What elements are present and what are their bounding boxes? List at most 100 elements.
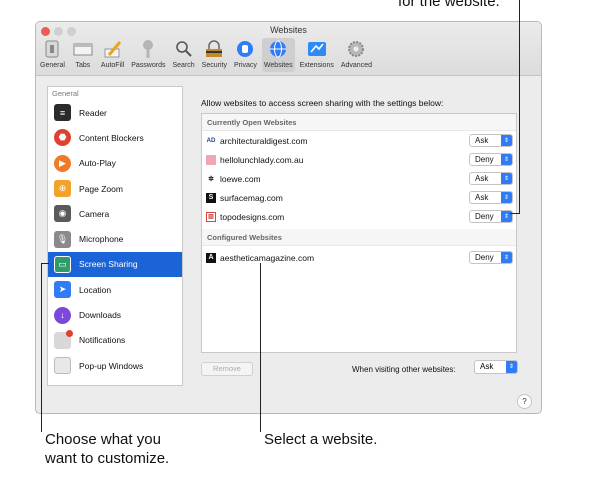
sidebar-item-auto-play[interactable]: ▶ Auto-Play xyxy=(48,151,182,176)
titlebar: Websites General Tabs AutoFill Passwords… xyxy=(36,22,541,76)
help-button[interactable]: ? xyxy=(517,394,532,409)
permission-select[interactable]: Deny ⇕ xyxy=(469,210,513,223)
general-icon xyxy=(41,38,63,60)
site-name: aestheticamagazine.com xyxy=(220,252,315,263)
passwords-icon xyxy=(137,38,159,60)
sidebar-item-reader[interactable]: ≡ Reader xyxy=(48,100,182,125)
toolbar-label: Passwords xyxy=(131,62,166,69)
callout-left-line2: want to customize. xyxy=(45,450,170,467)
description-text: Allow websites to access screen sharing … xyxy=(201,98,444,108)
sidebar-item-label: Location xyxy=(79,284,112,295)
sidebar-item-page-zoom[interactable]: ⊕ Page Zoom xyxy=(48,176,182,201)
other-websites-select[interactable]: Ask ⇕ xyxy=(474,360,518,374)
callout-line xyxy=(41,263,49,264)
content-blockers-icon: ⬣ xyxy=(54,129,71,147)
websites-preferences-window: Websites General Tabs AutoFill Passwords… xyxy=(35,21,542,414)
callout-top-text: for the website. xyxy=(398,0,500,10)
callout-bottom: Select a website. xyxy=(264,431,378,448)
toolbar-websites[interactable]: Websites xyxy=(261,38,295,72)
permission-select[interactable]: Deny ⇕ xyxy=(469,153,513,166)
sidebar-item-content-blockers[interactable]: ⬣ Content Blockers xyxy=(48,125,182,150)
list-item[interactable]: A aestheticamagazine.com Deny ⇕ xyxy=(202,248,516,267)
toolbar-security[interactable]: Security xyxy=(200,38,229,72)
notifications-icon xyxy=(54,329,73,349)
toolbar-tabs[interactable]: Tabs xyxy=(70,38,96,72)
permission-select[interactable]: Ask ⇕ xyxy=(469,172,513,185)
sidebar-item-label: Auto-Play xyxy=(79,158,116,169)
list-item[interactable]: AD architecturaldigest.com Ask ⇕ xyxy=(202,131,516,150)
sidebar: General ≡ Reader ⬣ Content Blockers ▶ Au… xyxy=(47,86,183,386)
loewe-favicon-icon: ✲ xyxy=(208,175,214,183)
window-title: Websites xyxy=(270,25,307,35)
remove-button[interactable]: Remove xyxy=(201,362,253,376)
toolbar-label: Tabs xyxy=(75,62,91,69)
auto-play-icon: ▶ xyxy=(54,154,71,172)
select-value: Ask xyxy=(475,193,489,202)
chevron-updown-icon: ⇕ xyxy=(501,135,512,146)
sidebar-item-label: Notifications xyxy=(79,335,126,346)
sidebar-item-label: Screen Sharing xyxy=(79,259,138,270)
toolbar-label: Privacy xyxy=(233,62,257,69)
toolbar-passwords[interactable]: Passwords xyxy=(129,38,167,72)
toolbar-general[interactable]: General xyxy=(38,38,67,72)
toolbar-label: Security xyxy=(201,62,227,69)
toolbar-label: AutoFill xyxy=(100,62,125,69)
list-item[interactable]: ▥ topodesigns.com Deny ⇕ xyxy=(202,207,516,226)
toolbar-label: Websites xyxy=(263,62,293,69)
security-icon xyxy=(203,38,225,60)
hellolunchlady-favicon-icon xyxy=(206,154,216,165)
preferences-toolbar: General Tabs AutoFill Passwords Search S… xyxy=(38,38,377,72)
sidebar-item-label: Microphone xyxy=(79,234,124,245)
sidebar-item-notifications[interactable]: Notifications xyxy=(48,328,182,353)
toolbar-autofill[interactable]: AutoFill xyxy=(99,38,126,72)
chevron-updown-icon: ⇕ xyxy=(501,192,512,203)
sidebar-item-microphone[interactable]: 🎙 Microphone xyxy=(48,226,182,251)
callout-line xyxy=(260,263,261,432)
site-name: hellolunchlady.com.au xyxy=(220,154,304,165)
toolbar-label: Search xyxy=(172,62,195,69)
toolbar-advanced[interactable]: Advanced xyxy=(339,38,374,72)
aestheticamagazine-favicon-icon: A xyxy=(206,252,216,263)
downloads-icon: ↓ xyxy=(54,306,71,324)
list-item[interactable]: hellolunchlady.com.au Deny ⇕ xyxy=(202,150,516,169)
tabs-icon xyxy=(72,38,94,60)
select-value: Ask xyxy=(480,362,494,371)
toolbar-label: General xyxy=(40,62,65,69)
select-value: Ask xyxy=(475,174,489,183)
sidebar-item-pop-up-windows[interactable]: Pop-up Windows xyxy=(48,353,182,378)
extensions-icon xyxy=(306,38,328,60)
sidebar-item-label: Pop-up Windows xyxy=(79,360,144,371)
toolbar-privacy[interactable]: Privacy xyxy=(232,38,259,72)
chevron-updown-icon: ⇕ xyxy=(501,252,512,263)
permission-select[interactable]: Deny ⇕ xyxy=(469,251,513,264)
callout-line xyxy=(41,263,42,432)
sidebar-item-downloads[interactable]: ↓ Downloads xyxy=(48,302,182,327)
toolbar-search[interactable]: Search xyxy=(170,38,196,72)
sidebar-item-label: Page Zoom xyxy=(79,183,123,194)
sidebar-item-screen-sharing[interactable]: ▭ Screen Sharing xyxy=(48,251,182,278)
page-zoom-icon: ⊕ xyxy=(54,180,71,198)
main-pane: Allow websites to access screen sharing … xyxy=(190,86,532,386)
toolbar-extensions[interactable]: Extensions xyxy=(298,38,336,72)
permission-select[interactable]: Ask ⇕ xyxy=(469,134,513,147)
microphone-icon: 🎙 xyxy=(54,230,71,248)
site-name: loewe.com xyxy=(220,173,261,184)
location-icon: ➤ xyxy=(54,281,71,299)
websites-list: Currently Open Websites AD architectural… xyxy=(201,113,517,353)
autofill-icon xyxy=(102,38,124,60)
site-name: architecturaldigest.com xyxy=(220,135,308,146)
sidebar-item-label: Downloads xyxy=(79,310,122,321)
chevron-updown-icon: ⇕ xyxy=(501,154,512,165)
list-item[interactable]: S surfacemag.com Ask ⇕ xyxy=(202,188,516,207)
screen-sharing-icon: ▭ xyxy=(54,255,71,273)
list-item[interactable]: ✲ loewe.com Ask ⇕ xyxy=(202,169,516,188)
toolbar-label: Advanced xyxy=(340,62,372,69)
callout-left-line1: Choose what you xyxy=(45,431,161,448)
sidebar-header: General xyxy=(52,89,79,98)
select-value: Deny xyxy=(475,253,494,262)
currently-open-header: Currently Open Websites xyxy=(202,114,516,131)
privacy-icon xyxy=(234,38,256,60)
sidebar-item-location[interactable]: ➤ Location xyxy=(48,277,182,302)
sidebar-item-camera[interactable]: ◉ Camera xyxy=(48,201,182,226)
permission-select[interactable]: Ask ⇕ xyxy=(469,191,513,204)
